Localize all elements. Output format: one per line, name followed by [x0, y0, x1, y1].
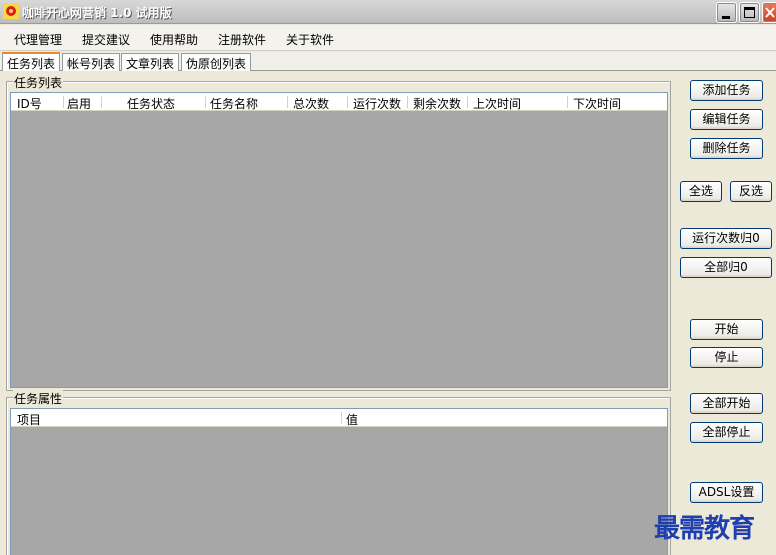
- menu-register[interactable]: 注册软件: [218, 31, 266, 48]
- start-button[interactable]: 开始: [690, 319, 763, 340]
- minimize-button[interactable]: [716, 2, 737, 23]
- menu-bar: 代理管理 提交建议 使用帮助 注册软件 关于软件: [0, 25, 776, 51]
- col-run-count[interactable]: 运行次数: [353, 95, 401, 112]
- tab-articles[interactable]: 文章列表: [121, 53, 180, 71]
- maximize-icon: [744, 7, 755, 18]
- watermark-logo: 最需教育: [654, 508, 776, 548]
- tab-accounts[interactable]: 帐号列表: [62, 53, 121, 71]
- stop-all-button[interactable]: 全部停止: [690, 422, 763, 443]
- col-id[interactable]: ID号: [17, 95, 42, 112]
- col-status[interactable]: 任务状态: [127, 95, 175, 112]
- adsl-settings-button[interactable]: ADSL设置: [690, 482, 763, 503]
- col-value[interactable]: 值: [346, 411, 358, 428]
- col-next-time[interactable]: 下次时间: [573, 95, 621, 112]
- edit-task-button[interactable]: 编辑任务: [690, 109, 763, 130]
- maximize-button[interactable]: [739, 2, 760, 23]
- col-enabled[interactable]: 启用: [67, 95, 91, 112]
- col-remaining[interactable]: 剩余次数: [413, 95, 461, 112]
- app-icon: [3, 3, 19, 19]
- task-props-title: 任务属性: [13, 390, 64, 407]
- start-all-button[interactable]: 全部开始: [690, 393, 763, 414]
- stop-button[interactable]: 停止: [690, 347, 763, 368]
- col-last-time[interactable]: 上次时间: [473, 95, 521, 112]
- task-props-view[interactable]: 项目 值: [10, 408, 668, 555]
- close-icon: [765, 7, 775, 18]
- task-list-view[interactable]: ID号 启用 任务状态 任务名称 总次数 运行次数 剩余次数 上次时间 下次时间: [10, 92, 668, 388]
- minimize-icon: [722, 16, 730, 19]
- menu-suggest[interactable]: 提交建议: [82, 31, 130, 48]
- close-button[interactable]: [762, 2, 776, 23]
- task-list-header: ID号 启用 任务状态 任务名称 总次数 运行次数 剩余次数 上次时间 下次时间: [11, 93, 667, 111]
- task-props-group: 任务属性 项目 值: [6, 390, 671, 555]
- menu-proxy[interactable]: 代理管理: [14, 31, 62, 48]
- window-title: 咖啡开心网营销 1.0 试用版: [22, 6, 172, 20]
- task-list-group: 任务列表 ID号 启用 任务状态 任务名称 总次数 运行次数 剩余次数 上次时间…: [6, 74, 671, 391]
- reset-all-button[interactable]: 全部归0: [680, 257, 772, 278]
- reset-run-count-button[interactable]: 运行次数归0: [680, 228, 772, 249]
- watermark-text: 最需教育: [654, 514, 755, 544]
- tab-strip: 任务列表 帐号列表 文章列表 伪原创列表: [0, 52, 776, 71]
- col-item[interactable]: 项目: [17, 411, 41, 428]
- delete-task-button[interactable]: 删除任务: [690, 138, 763, 159]
- menu-help[interactable]: 使用帮助: [150, 31, 198, 48]
- tab-tasks[interactable]: 任务列表: [2, 52, 61, 71]
- col-name[interactable]: 任务名称: [210, 95, 258, 112]
- task-list-title: 任务列表: [13, 74, 64, 91]
- task-props-header: 项目 值: [11, 409, 667, 427]
- select-all-button[interactable]: 全选: [680, 181, 722, 202]
- tab-pseudo-original[interactable]: 伪原创列表: [181, 53, 252, 71]
- invert-selection-button[interactable]: 反选: [730, 181, 772, 202]
- menu-about[interactable]: 关于软件: [286, 31, 334, 48]
- title-bar[interactable]: 咖啡开心网营销 1.0 试用版: [0, 0, 776, 24]
- add-task-button[interactable]: 添加任务: [690, 80, 763, 101]
- col-total[interactable]: 总次数: [293, 95, 329, 112]
